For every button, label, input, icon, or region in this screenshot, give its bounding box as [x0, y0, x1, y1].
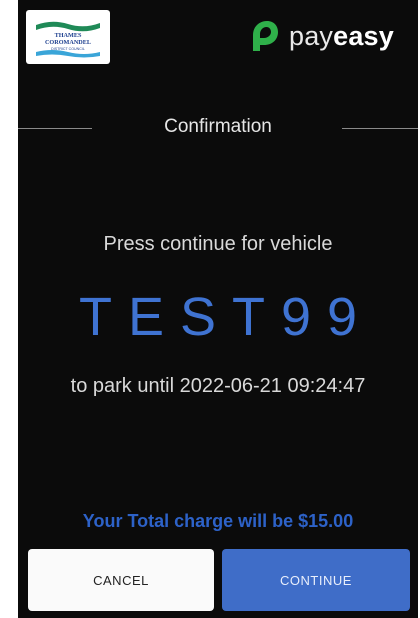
brand-name-bold: easy — [333, 20, 394, 51]
svg-text:COROMANDEL: COROMANDEL — [45, 39, 91, 46]
payeasy-leaf-icon — [252, 21, 278, 51]
cancel-button[interactable]: CANCEL — [28, 549, 214, 611]
council-logo-icon: THAMES COROMANDEL DISTRICT COUNCIL — [36, 21, 100, 58]
council-logo: THAMES COROMANDEL DISTRICT COUNCIL — [26, 10, 110, 64]
page-title: Confirmation — [164, 116, 272, 137]
payeasy-brand: payeasy — [245, 18, 394, 54]
total-charge: Your Total charge will be $15.00 — [82, 511, 354, 531]
svg-text:THAMES: THAMES — [55, 32, 82, 39]
continue-prompt: Press continue for vehicle — [103, 233, 333, 255]
continue-button[interactable]: CONTINUE — [222, 549, 410, 611]
brand-wordmark: payeasy — [289, 21, 394, 52]
park-until-text: to park until 2022-06-21 09:24:47 — [70, 375, 366, 397]
vehicle-plate: TEST99 — [78, 287, 374, 347]
brand-name-light: pay — [288, 20, 334, 51]
app-screen: THAMES COROMANDEL DISTRICT COUNCIL payea… — [18, 0, 418, 618]
